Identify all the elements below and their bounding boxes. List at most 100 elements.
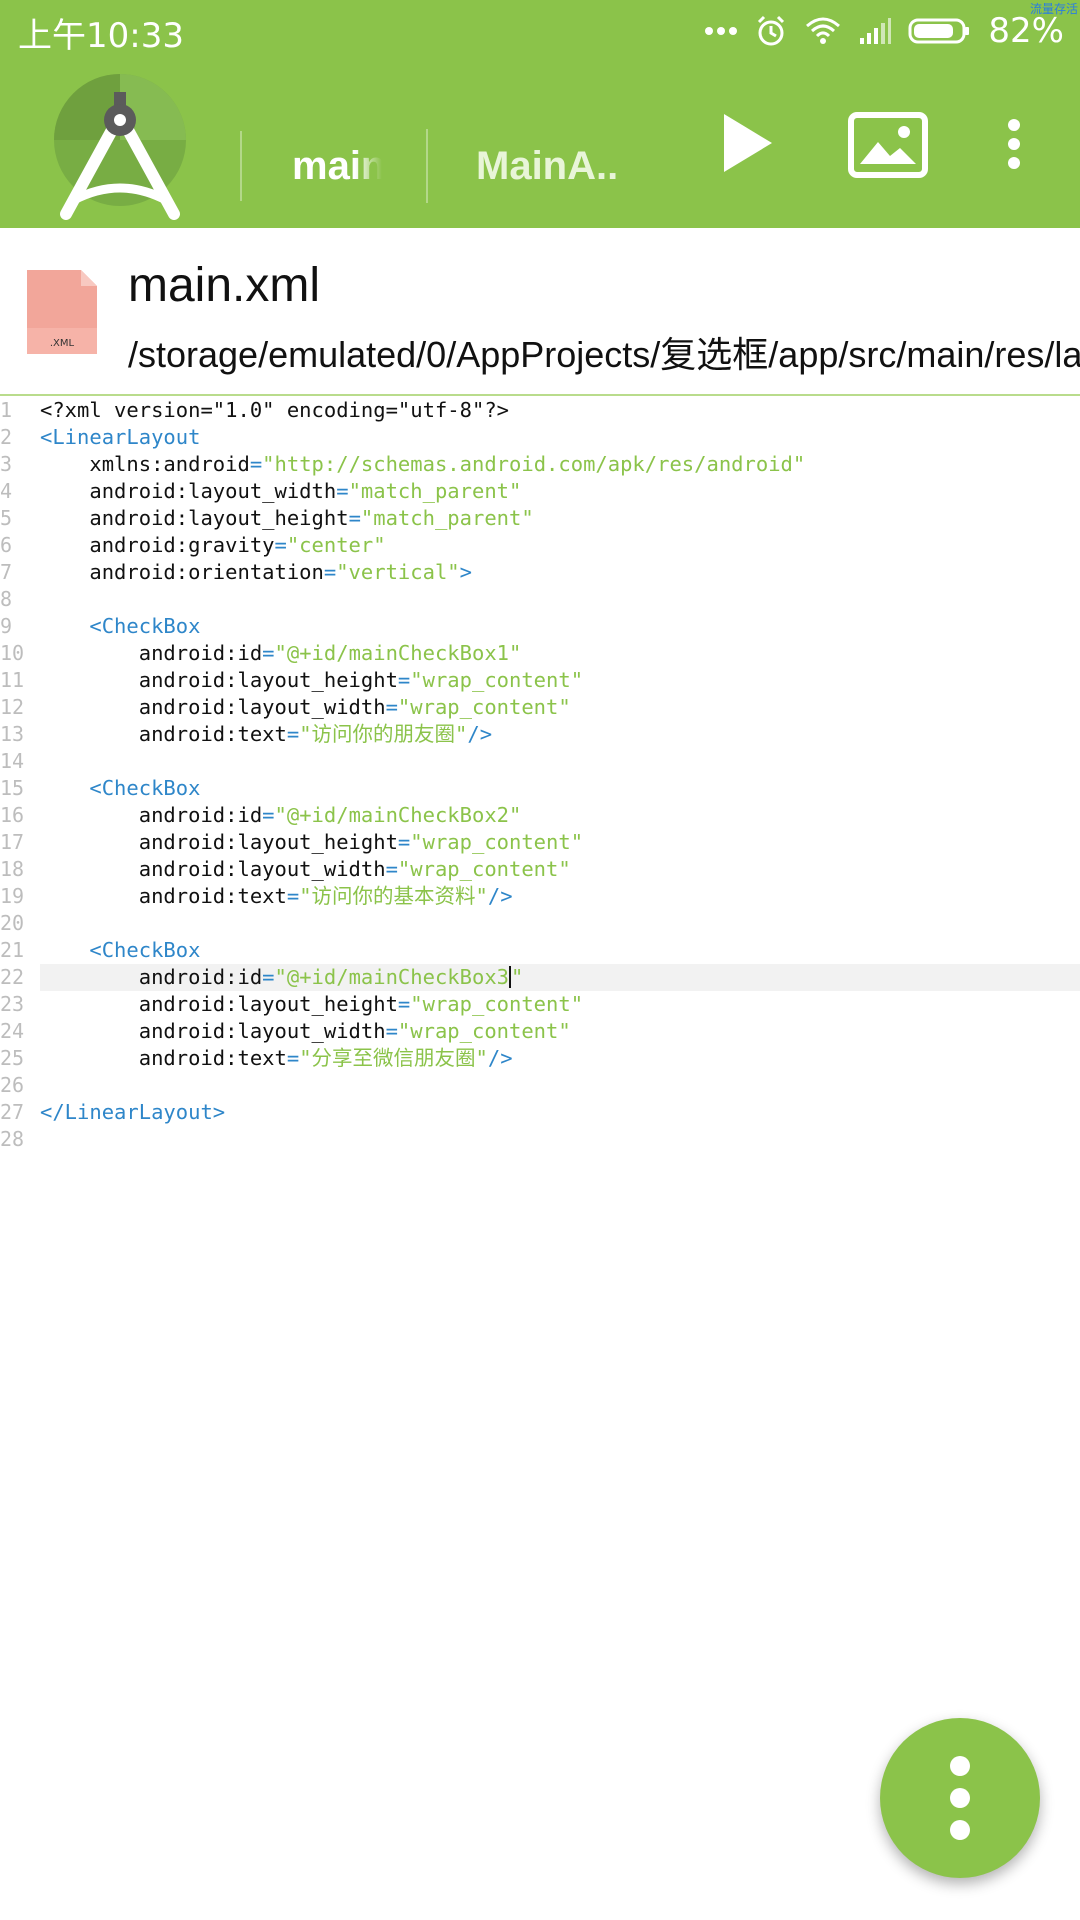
tab-divider [426,129,428,203]
xml-file-icon-label: .XML [50,338,75,349]
status-icons: 82% [704,8,1064,54]
line-number: 4 [0,479,13,503]
code-text[interactable]: android:layout_width="wrap_content" [40,1018,571,1045]
line-number: 16 [0,803,25,827]
line-number: 24 [0,1019,25,1043]
app-bar: 上午10:33 82% 流量存活 main MainA.. [0,0,1080,228]
code-text[interactable]: android:layout_width="match_parent" [40,478,521,505]
code-line[interactable]: 23 android:layout_height="wrap_content" [0,991,1080,1018]
code-text[interactable]: <CheckBox [40,613,200,640]
code-text[interactable]: android:layout_height="match_parent" [40,505,533,532]
signal-icon [860,18,892,44]
code-line[interactable]: 14 [0,748,1080,775]
code-text[interactable]: </LinearLayout> [40,1099,225,1126]
code-text[interactable]: <?xml version="1.0" encoding="utf-8"?> [40,397,509,424]
code-line[interactable]: 13 android:text="访问你的朋友圈"/> [0,721,1080,748]
overflow-menu-icon[interactable] [1000,118,1028,170]
code-line[interactable]: 5 android:layout_height="match_parent" [0,505,1080,532]
fab-menu-button[interactable] [880,1718,1040,1878]
play-icon[interactable] [722,112,774,174]
wifi-icon [806,17,841,44]
code-line[interactable]: 2 <LinearLayout [0,424,1080,451]
line-number: 6 [0,533,13,557]
line-number: 13 [0,722,25,746]
code-text[interactable]: android:text="访问你的基本资料"/> [40,883,513,910]
code-text[interactable]: android:layout_width="wrap_content" [40,856,571,883]
code-text[interactable]: xmlns:android="http://schemas.android.co… [40,451,805,478]
code-line[interactable]: 3 xmlns:android="http://schemas.android.… [0,451,1080,478]
tab-divider [240,131,242,201]
code-line[interactable]: 9 <CheckBox [0,613,1080,640]
battery-icon [908,18,970,44]
code-line[interactable]: 17 android:layout_height="wrap_content" [0,829,1080,856]
code-line[interactable]: 12 android:layout_width="wrap_content" [0,694,1080,721]
code-line[interactable]: 15 <CheckBox [0,775,1080,802]
line-number: 2 [0,425,13,449]
code-line[interactable]: 4 android:layout_width="match_parent" [0,478,1080,505]
code-line[interactable]: 10 android:id="@+id/mainCheckBox1" [0,640,1080,667]
line-number: 11 [0,668,25,692]
file-path: /storage/emulated/0/AppProjects/复选框/app/… [128,334,1080,375]
line-number: 8 [0,587,13,611]
code-text[interactable]: android:orientation="vertical"> [40,559,472,586]
line-number: 20 [0,911,25,935]
code-text[interactable]: android:gravity="center" [40,532,385,559]
code-text[interactable]: <LinearLayout [40,424,200,451]
line-number: 14 [0,749,25,773]
file-header: .XML main.xml /storage/emulated/0/AppPro… [0,228,1080,396]
code-line[interactable]: 19 android:text="访问你的基本资料"/> [0,883,1080,910]
corner-watermark: 流量存活 [1029,2,1078,16]
editor-tabs: main MainA.. [240,126,626,206]
code-line[interactable]: 20 [0,910,1080,937]
line-number: 23 [0,992,25,1016]
xml-file-icon: .XML [27,270,97,354]
status-bar: 上午10:33 82% 流量存活 [0,0,1080,66]
alarm-icon [758,15,785,46]
code-line[interactable]: 27 </LinearLayout> [0,1099,1080,1126]
code-line[interactable]: 25 android:text="分享至微信朋友圈"/> [0,1045,1080,1072]
code-line[interactable]: 8 [0,586,1080,613]
code-editor[interactable]: 1 <?xml version="1.0" encoding="utf-8"?> 2… [0,397,1080,1153]
line-number: 9 [0,614,13,638]
code-line[interactable]: 7 android:orientation="vertical"> [0,559,1080,586]
line-number: 25 [0,1046,25,1070]
code-line[interactable]: 6 android:gravity="center" [0,532,1080,559]
code-text[interactable]: android:layout_height="wrap_content" [40,829,583,856]
code-text[interactable]: <CheckBox [40,775,200,802]
android-studio-logo[interactable] [52,72,188,220]
line-number: 18 [0,857,25,881]
code-text[interactable]: android:layout_width="wrap_content" [40,694,571,721]
code-line[interactable]: 18 android:layout_width="wrap_content" [0,856,1080,883]
code-line[interactable]: 24 android:layout_width="wrap_content" [0,1018,1080,1045]
line-number: 3 [0,452,13,476]
line-number: 10 [0,641,25,665]
code-text[interactable]: android:id="@+id/mainCheckBox2" [40,802,522,829]
status-time: 上午10:33 [18,16,184,56]
code-text[interactable]: android:text="分享至微信朋友圈"/> [40,1045,513,1072]
line-number: 28 [0,1127,25,1151]
line-number: 17 [0,830,25,854]
code-line[interactable]: 21 <CheckBox [0,937,1080,964]
line-number: 19 [0,884,25,908]
line-number: 27 [0,1100,25,1124]
code-line[interactable]: 11 android:layout_height="wrap_content" [0,667,1080,694]
more-dots-icon [705,27,738,35]
code-line[interactable]: 26 [0,1072,1080,1099]
code-text[interactable]: android:id="@+id/mainCheckBox1" [40,640,522,667]
code-text[interactable]: <CheckBox [40,937,200,964]
line-number: 5 [0,506,13,530]
line-number: 7 [0,560,13,584]
line-number: 12 [0,695,25,719]
tab-mainactivity[interactable]: MainA.. [476,144,626,189]
image-icon[interactable] [848,112,928,178]
code-text[interactable]: android:text="访问你的朋友圈"/> [40,721,492,748]
code-line[interactable]: 28 [0,1126,1080,1153]
code-line[interactable]: 16 android:id="@+id/mainCheckBox2" [0,802,1080,829]
code-text[interactable]: android:layout_height="wrap_content" [40,667,583,694]
code-line[interactable]: 22 android:id="@+id/mainCheckBox3" [0,964,1080,991]
code-line[interactable]: 1 <?xml version="1.0" encoding="utf-8"?> [0,397,1080,424]
tab-main-xml[interactable]: main [292,144,382,189]
code-text[interactable]: android:id="@+id/mainCheckBox3" [40,964,524,991]
code-text[interactable]: android:layout_height="wrap_content" [40,991,583,1018]
line-number: 22 [0,965,25,989]
